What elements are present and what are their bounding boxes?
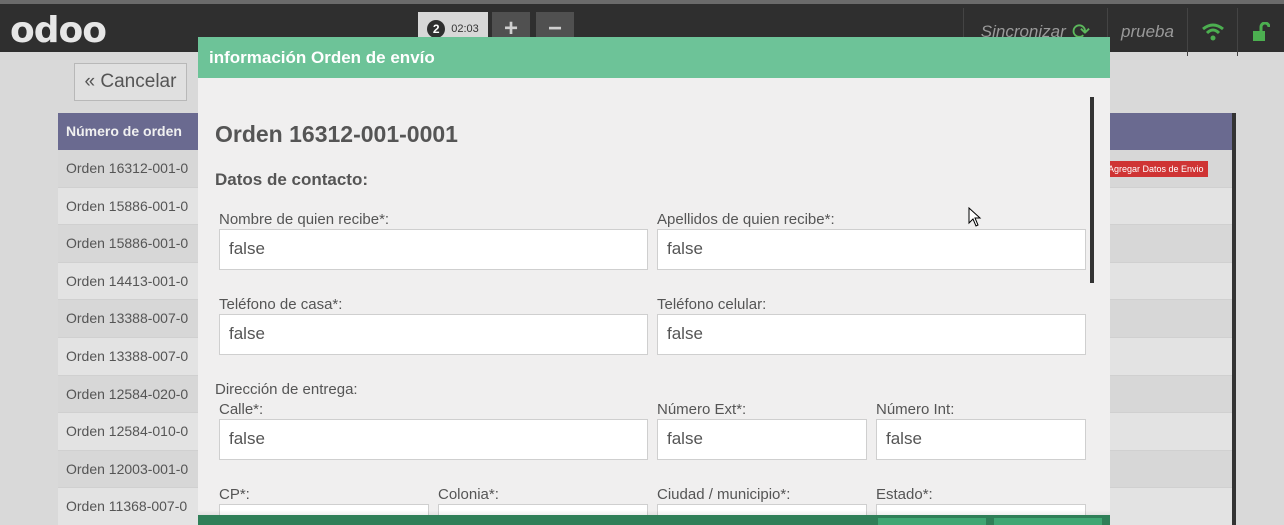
- int-number-label: Número Int:: [876, 401, 955, 418]
- list-scrollbar[interactable]: [1232, 113, 1236, 525]
- order-number: Orden 12584-010-0: [66, 423, 189, 440]
- neighborhood-label: Colonia*:: [438, 486, 499, 503]
- postal-code-label: CP*:: [219, 486, 250, 503]
- order-number-badge: 2: [427, 20, 446, 38]
- state-label: Estado*:: [876, 486, 933, 503]
- delivery-address-heading: Dirección de entrega:: [215, 381, 358, 398]
- recipient-first-name-label: Nombre de quien recibe*:: [219, 211, 390, 228]
- odoo-logo: odoo: [10, 10, 107, 51]
- street-label: Calle*:: [219, 401, 264, 418]
- order-number: Orden 13388-007-0: [66, 310, 189, 327]
- footer-button-right[interactable]: [994, 518, 1102, 525]
- user-name[interactable]: prueba: [1107, 8, 1187, 56]
- city-label: Ciudad / municipio*:: [657, 486, 791, 503]
- recipient-last-name-label: Apellidos de quien recibe*:: [657, 211, 835, 228]
- order-number: Orden 12584-020-0: [66, 385, 189, 402]
- order-number: Orden 16312-001-0: [66, 160, 189, 176]
- home-phone-label: Teléfono de casa*:: [219, 296, 343, 313]
- order-number: Orden 13388-007-0: [66, 347, 189, 364]
- order-title: Orden 16312-001-0001: [215, 121, 458, 147]
- street-field[interactable]: false: [219, 419, 648, 460]
- mouse-pointer-icon: [968, 206, 982, 232]
- order-number: Orden 11368-007-0: [66, 498, 188, 515]
- order-number: Orden 15886-001-0: [66, 197, 189, 214]
- recipient-first-name-field[interactable]: false: [219, 229, 648, 270]
- add-shipping-data-button[interactable]: Agregar Datos de Envio: [1104, 161, 1208, 177]
- mobile-phone-field[interactable]: false: [657, 314, 1086, 355]
- modal-scrollbar[interactable]: [1090, 97, 1094, 283]
- contact-heading: Datos de contacto:: [215, 170, 369, 189]
- ext-number-label: Número Ext*:: [657, 401, 747, 418]
- modal-header: información Orden de envío: [198, 37, 1110, 78]
- cancel-button[interactable]: « Cancelar: [74, 63, 187, 101]
- order-number: Orden 15886-001-0: [66, 235, 189, 252]
- shipping-order-modal: información Orden de envío Orden 16312-0…: [198, 37, 1110, 525]
- recipient-last-name-field[interactable]: false: [657, 229, 1086, 270]
- modal-title: información Orden de envío: [209, 47, 435, 67]
- footer-button-left[interactable]: [878, 518, 986, 525]
- unlock-icon[interactable]: [1237, 8, 1284, 56]
- home-phone-field[interactable]: false: [219, 314, 648, 355]
- modal-body: Orden 16312-001-0001 Datos de contacto: …: [198, 78, 1110, 525]
- order-number: Orden 14413-001-0: [66, 272, 189, 289]
- ext-number-field[interactable]: false: [657, 419, 867, 460]
- column-header-order-number: Número de orden: [66, 123, 182, 139]
- int-number-field[interactable]: false: [876, 419, 1086, 460]
- wifi-icon: [1187, 8, 1237, 56]
- order-number: Orden 12003-001-0: [66, 460, 189, 477]
- mobile-phone-label: Teléfono celular:: [657, 296, 767, 313]
- order-time: 02:03: [451, 23, 479, 35]
- modal-footer: [198, 515, 1110, 525]
